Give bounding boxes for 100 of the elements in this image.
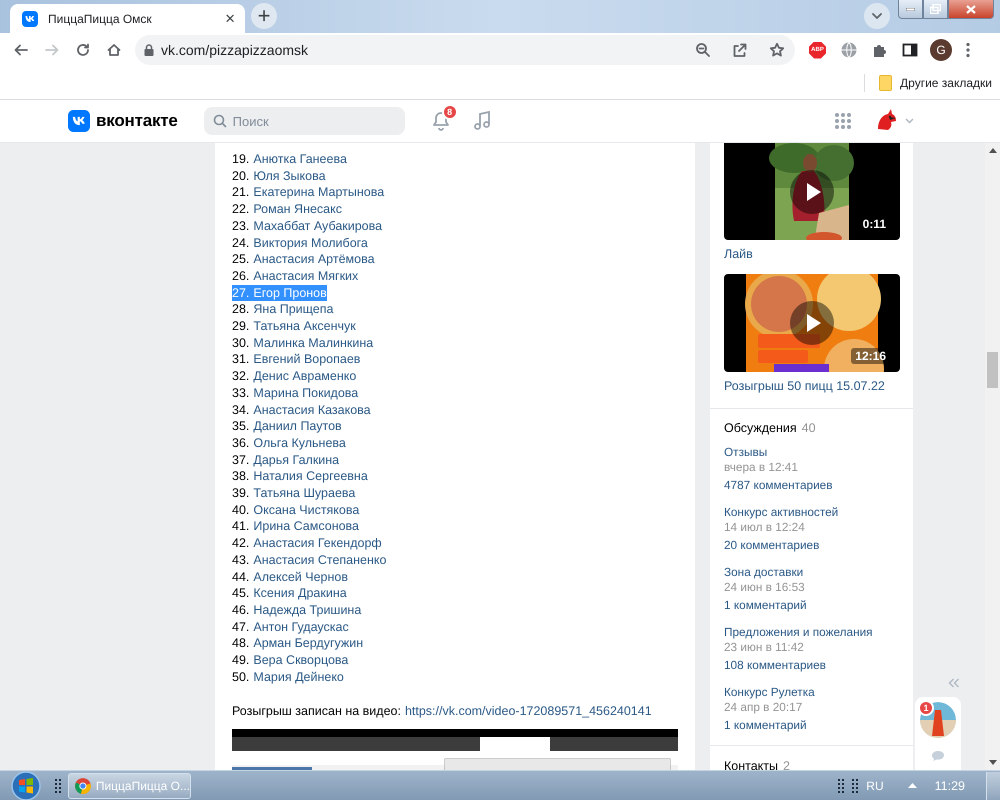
winner-link[interactable]: Татьяна Аксенчук [253, 318, 356, 335]
winner-link[interactable]: Ирина Самсонова [253, 518, 359, 536]
winner-link[interactable]: Алексей Чернов [253, 568, 348, 586]
close-icon [966, 4, 976, 14]
list-number: 27. [232, 284, 254, 302]
winner-link[interactable]: Роман Янесакс [253, 201, 342, 218]
play-icon[interactable] [790, 170, 834, 214]
winner-link[interactable]: Виктория Молибога [253, 234, 368, 252]
back-icon[interactable] [13, 42, 29, 58]
winner-link[interactable]: Арман Бердугужин [253, 635, 364, 652]
winner-link[interactable]: Марина Покидова [253, 384, 358, 402]
winner-link[interactable]: Ксения Дракина [253, 585, 347, 602]
site-logo[interactable]: вконтакте [68, 110, 178, 132]
section-title[interactable]: Обсуждения [724, 420, 797, 436]
close-button[interactable]: × [225, 10, 235, 27]
tab-title: ПиццаПицца Омск [48, 12, 153, 26]
new-tab-button[interactable]: + [251, 3, 277, 29]
comments-count[interactable]: 108 комментариев [724, 658, 899, 673]
winner-link[interactable]: Мария Дейнеко [253, 668, 344, 686]
address-bar[interactable]: vk.com/pizzapizzaomsk [135, 35, 795, 65]
topic-link[interactable]: Конкурс Рулетка [724, 685, 899, 700]
play-icon[interactable] [790, 301, 834, 345]
video-thumbnail[interactable]: 0:11 [724, 143, 900, 240]
tab-search-button[interactable] [864, 3, 890, 29]
music-note-icon[interactable] [472, 110, 492, 132]
tray-arrow-icon[interactable] [908, 783, 917, 788]
winner-link[interactable]: Анастасия Артёмова [253, 251, 375, 268]
star-icon[interactable] [769, 42, 785, 58]
zoom-out-icon[interactable] [695, 42, 711, 58]
vk-logo-icon [68, 110, 90, 132]
scroll-up-icon[interactable] [988, 148, 996, 153]
winner-link[interactable]: Анастасия Казакова [253, 402, 371, 418]
winner-link[interactable]: Вера Скворцова [253, 652, 348, 669]
scrollbar[interactable] [985, 143, 1000, 770]
side-panel-icon[interactable] [902, 42, 918, 58]
topic-link[interactable]: Конкурс активностей [724, 505, 899, 520]
topic-date: 14 июл в 12:24 [724, 520, 806, 535]
scroll-thumb[interactable] [987, 352, 998, 388]
winner-link[interactable]: Наталия Сергеевна [253, 468, 368, 486]
topic-link[interactable]: Предложения и пожелания [724, 625, 899, 640]
section-title[interactable]: Контакты [724, 758, 778, 770]
topic-date: 23 июн в 11:42 [724, 640, 805, 655]
winner-link[interactable]: Юля Зыкова [253, 168, 326, 184]
list-number: 41. [232, 518, 250, 536]
winner-link[interactable]: Антон Гудаускас [253, 618, 349, 636]
topic-date: 24 апр в 20:17 [724, 700, 804, 715]
video-link[interactable]: https://vk.com/video-172089571_456240141 [404, 704, 652, 718]
topic-link[interactable]: Зона доставки [724, 565, 899, 580]
puzzle-icon[interactable] [872, 42, 888, 58]
reload-icon[interactable] [75, 42, 91, 58]
restore-icon [930, 4, 941, 14]
list-number: 21. [232, 184, 250, 202]
winner-link[interactable]: Малинка Малинкина [253, 334, 374, 352]
home-icon[interactable] [106, 42, 122, 58]
minimize-button[interactable] [898, 0, 923, 19]
video-title[interactable]: Лайв [724, 246, 899, 262]
close-window-button[interactable] [948, 0, 994, 19]
winner-link[interactable]: Ольга Кульнева [253, 434, 346, 452]
comments-count[interactable]: 1 комментарий [724, 598, 899, 613]
post-text: Розыгрыш записан на видео: [232, 704, 401, 718]
list-number: 35. [232, 418, 250, 435]
winner-link[interactable]: Анютка Ганеева [253, 151, 347, 168]
list-number: 43. [232, 552, 250, 569]
globe-icon[interactable] [840, 41, 858, 59]
unread-badge: 1 [918, 700, 934, 716]
comments-count[interactable]: 20 комментариев [724, 538, 899, 553]
winner-link[interactable]: Денис Авраменко [253, 368, 356, 385]
folder-icon [879, 75, 892, 91]
scroll-down-icon[interactable] [988, 760, 996, 765]
winner-link[interactable]: Надежда Тришина [253, 602, 362, 619]
list-number: 24. [232, 234, 250, 252]
browser-tab[interactable]: ПиццаПицца Омск × [10, 4, 245, 33]
profile-avatar[interactable]: G [930, 39, 952, 61]
start-button[interactable] [9, 770, 43, 800]
bookmark-folder[interactable]: Другие закладки [879, 75, 992, 91]
winner-link[interactable]: Евгений Воропаев [253, 351, 360, 368]
topic-link[interactable]: Отзывы [724, 445, 899, 460]
winner-link[interactable]: Оксана Чистякова [253, 502, 360, 518]
winner-link[interactable]: Анастасия Гекендорф [253, 535, 382, 552]
list-number: 44. [232, 568, 250, 586]
winner-link[interactable]: Дарья Галкина [253, 452, 340, 468]
share-icon[interactable] [732, 42, 748, 58]
list-number: 36. [232, 434, 250, 452]
winner-link[interactable]: Татьяна Шураева [253, 485, 356, 502]
winner-link[interactable]: Анастасия Степаненко [253, 552, 386, 569]
comments-count[interactable]: 4787 комментариев [724, 478, 899, 493]
winner-link[interactable]: Яна Прищепа [253, 301, 334, 318]
winner-link[interactable]: Даниил Паутов [253, 418, 342, 435]
comments-count[interactable]: 1 комментарий [724, 718, 899, 733]
winner-link[interactable]: Екатерина Мартынова [253, 184, 384, 202]
apps-grid-icon[interactable] [834, 112, 852, 130]
bell-icon[interactable] [430, 110, 451, 132]
winner-link[interactable]: Анастасия Мягких [253, 268, 358, 285]
search-field[interactable]: Поиск [204, 107, 405, 135]
list-number: 20. [232, 168, 250, 184]
menu-icon[interactable] [966, 42, 970, 58]
video-title[interactable]: Розыгрыш 50 пицц 15.07.22 [724, 378, 899, 394]
restore-button[interactable] [923, 0, 948, 19]
winner-link[interactable]: Махаббат Аубакирова [253, 218, 382, 235]
list-number: 46. [232, 602, 250, 619]
